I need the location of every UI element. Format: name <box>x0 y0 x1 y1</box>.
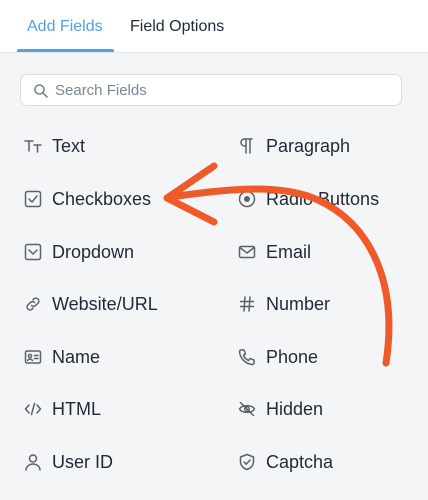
field-label: Radio Buttons <box>266 189 380 209</box>
field-label: Text <box>52 136 86 156</box>
field-hidden[interactable]: Hidden <box>238 395 418 423</box>
field-name[interactable]: Name <box>24 343 204 371</box>
tab-add-fields[interactable]: Add Fields <box>27 17 103 37</box>
field-label: User ID <box>52 452 114 472</box>
search-box[interactable] <box>20 74 402 106</box>
field-label: HTML <box>52 399 101 419</box>
dropdown-icon <box>24 243 42 261</box>
field-html[interactable]: HTML <box>24 395 204 423</box>
field-label: Number <box>266 294 331 314</box>
search-input[interactable] <box>55 78 385 102</box>
field-paragraph[interactable]: Paragraph <box>238 132 418 160</box>
code-icon <box>24 400 42 418</box>
text-tt-icon <box>24 137 42 155</box>
user-icon <box>24 453 42 471</box>
pilcrow-icon <box>238 137 256 155</box>
field-website-url[interactable]: Website/URL <box>24 290 204 318</box>
field-number[interactable]: Number <box>238 290 418 318</box>
field-label: Checkboxes <box>52 189 152 209</box>
eye-slash-icon <box>238 400 256 418</box>
hash-icon <box>238 295 256 313</box>
field-label: Email <box>266 242 312 262</box>
link-icon <box>24 295 42 313</box>
field-radio-buttons[interactable]: Radio Buttons <box>238 185 418 213</box>
field-label: Captcha <box>266 452 334 472</box>
phone-icon <box>238 348 256 366</box>
tab-field-options[interactable]: Field Options <box>130 17 224 37</box>
field-dropdown[interactable]: Dropdown <box>24 238 204 266</box>
envelope-icon <box>238 243 256 261</box>
field-label: Paragraph <box>266 136 351 156</box>
id-card-icon <box>24 348 42 366</box>
active-tab-indicator <box>17 49 114 52</box>
shield-check-icon <box>238 453 256 471</box>
search-icon <box>33 83 49 99</box>
field-email[interactable]: Email <box>238 238 418 266</box>
field-user-id[interactable]: User ID <box>24 448 204 476</box>
field-panel: Add Fields Field Options Text <box>0 0 428 500</box>
radio-icon <box>238 190 256 208</box>
field-text[interactable]: Text <box>24 132 204 160</box>
field-checkboxes[interactable]: Checkboxes <box>24 185 204 213</box>
tab-bar: Add Fields Field Options <box>0 0 428 53</box>
field-label: Website/URL <box>52 294 158 314</box>
field-label: Phone <box>266 347 319 367</box>
field-label: Hidden <box>266 399 324 419</box>
checkbox-icon <box>24 190 42 208</box>
field-captcha[interactable]: Captcha <box>238 448 418 476</box>
field-label: Dropdown <box>52 242 135 262</box>
field-phone[interactable]: Phone <box>238 343 418 371</box>
field-label: Name <box>52 347 101 367</box>
